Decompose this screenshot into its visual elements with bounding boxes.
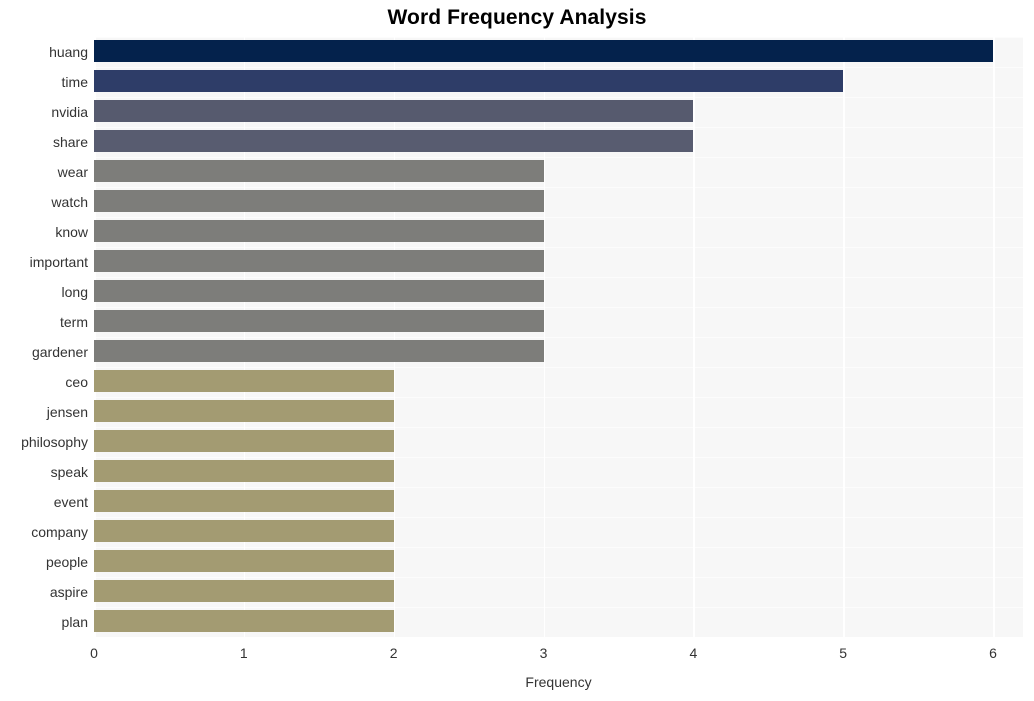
bar-company[interactable] xyxy=(94,520,394,543)
bar-term[interactable] xyxy=(94,310,544,333)
y-tick-label-important: important xyxy=(29,254,88,270)
y-tick-label-time: time xyxy=(61,74,88,90)
y-tick-label-know: know xyxy=(55,224,88,240)
x-tick-label-5: 5 xyxy=(839,645,848,661)
plot-area xyxy=(94,37,1023,637)
bar-ceo[interactable] xyxy=(94,370,394,393)
bar-row[interactable] xyxy=(94,397,1023,425)
bar-wear[interactable] xyxy=(94,160,544,183)
bar-row[interactable] xyxy=(94,487,1023,515)
y-tick-label-long: long xyxy=(61,284,88,300)
bar-watch[interactable] xyxy=(94,190,544,213)
bar-jensen[interactable] xyxy=(94,400,394,423)
bar-long[interactable] xyxy=(94,280,544,303)
bar-row[interactable] xyxy=(94,67,1023,95)
bar-huang[interactable] xyxy=(94,40,994,63)
y-tick-label-gardener: gardener xyxy=(31,344,88,360)
y-tick-label-nvidia: nvidia xyxy=(51,104,88,120)
x-axis-tick-labels: 0 1 2 3 4 5 6 xyxy=(90,645,1023,669)
word-frequency-chart: Word Frequency Analysis huang time nvidia s… xyxy=(0,0,1034,701)
bar-row[interactable] xyxy=(94,127,1023,155)
bar-share[interactable] xyxy=(94,130,694,153)
bar-plan[interactable] xyxy=(94,610,394,633)
y-tick-label-plan: plan xyxy=(61,614,88,630)
bar-row[interactable] xyxy=(94,367,1023,395)
bar-philosophy[interactable] xyxy=(94,430,394,453)
bar-row[interactable] xyxy=(94,247,1023,275)
bar-speak[interactable] xyxy=(94,460,394,483)
bar-row[interactable] xyxy=(94,307,1023,335)
x-tick-label-6: 6 xyxy=(989,645,997,661)
bar-row[interactable] xyxy=(94,427,1023,455)
y-tick-label-speak: speak xyxy=(50,464,88,480)
bar-event[interactable] xyxy=(94,490,394,513)
x-tick-label-1: 1 xyxy=(239,645,248,661)
x-tick-label-3: 3 xyxy=(539,645,548,661)
bar-row[interactable] xyxy=(94,457,1023,485)
y-tick-label-philosophy: philosophy xyxy=(21,434,88,450)
bar-row[interactable] xyxy=(94,577,1023,605)
bar-time[interactable] xyxy=(94,70,844,93)
bar-people[interactable] xyxy=(94,550,394,573)
bar-row[interactable] xyxy=(94,37,1023,65)
bar-row[interactable] xyxy=(94,277,1023,305)
bar-row[interactable] xyxy=(94,187,1023,215)
bar-row[interactable] xyxy=(94,337,1023,365)
y-tick-label-aspire: aspire xyxy=(49,584,88,600)
bar-row[interactable] xyxy=(94,97,1023,125)
y-tick-label-ceo: ceo xyxy=(65,374,88,390)
bar-aspire[interactable] xyxy=(94,580,394,603)
bar-know[interactable] xyxy=(94,220,544,243)
bar-row[interactable] xyxy=(94,157,1023,185)
x-axis-title: Frequency xyxy=(525,674,592,690)
bar-important[interactable] xyxy=(94,250,544,273)
y-tick-label-people: people xyxy=(45,554,88,570)
y-tick-label-share: share xyxy=(52,134,88,150)
x-tick-label-2: 2 xyxy=(389,645,398,661)
y-tick-label-term: term xyxy=(60,314,88,330)
bar-row[interactable] xyxy=(94,517,1023,545)
y-tick-label-wear: wear xyxy=(57,164,88,180)
bar-row[interactable] xyxy=(94,547,1023,575)
x-tick-label-0: 0 xyxy=(90,645,98,661)
y-axis-tick-labels: huang time nvidia share wear watch know importa… xyxy=(0,37,88,637)
page-title: Word Frequency Analysis xyxy=(387,6,647,29)
y-tick-label-company: company xyxy=(31,524,88,540)
bar-row[interactable] xyxy=(94,217,1023,245)
bar-nvidia[interactable] xyxy=(94,100,694,123)
y-tick-label-huang: huang xyxy=(49,44,88,60)
y-tick-label-jensen: jensen xyxy=(46,404,88,420)
bar-gardener[interactable] xyxy=(94,340,544,363)
y-tick-label-event: event xyxy=(53,494,88,510)
bar-row[interactable] xyxy=(94,607,1023,635)
x-tick-label-4: 4 xyxy=(689,645,698,661)
y-tick-label-watch: watch xyxy=(51,194,88,210)
